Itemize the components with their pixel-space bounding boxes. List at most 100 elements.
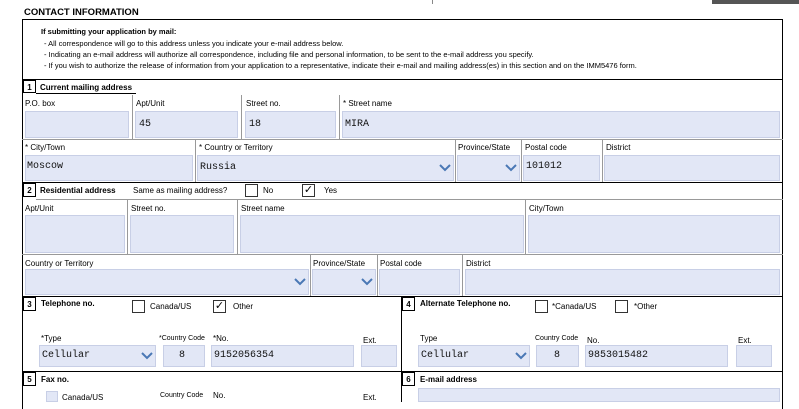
alt-phone-ext-input[interactable] [736,345,772,367]
district-label: District [606,143,631,152]
chevron-down-icon[interactable] [293,270,307,294]
divider [521,139,522,182]
divider [377,254,378,296]
res-street-name-label: Street name [241,204,285,213]
divider [237,199,238,254]
res-apt-label: Apt/Unit [25,204,54,213]
chevron-down-icon[interactable] [504,156,518,180]
province-select[interactable] [457,155,520,181]
alt-phone-cc-label: Country Code [535,335,579,342]
email-input[interactable] [418,388,780,402]
phone-type-label: *Type [41,334,62,343]
fax-canada-us-label: Canada/US [62,393,104,402]
section-5-title: Fax no. [41,375,70,384]
res-street-name-input[interactable] [240,215,524,253]
no-label: No [263,186,274,195]
apt-unit-input[interactable]: 45 [135,111,238,138]
alt-phone-no-input[interactable]: 9853015482 [585,345,728,367]
street-no-input[interactable]: 18 [245,111,336,138]
row-rule [36,199,783,200]
divider [195,139,196,182]
section-2-title: Residential address [40,186,116,195]
po-box-label: P.O. box [25,99,56,108]
phone-ext-input[interactable] [361,345,397,367]
same-address-yes-checkbox[interactable]: ✓ [302,184,315,197]
instruction-bullet: - Indicating an e-mail address will auth… [44,50,534,59]
divider [462,254,463,296]
postal-code-input[interactable]: 101012 [523,155,600,181]
fax-no-label: No. [213,391,226,400]
phone-canada-us-checkbox[interactable] [132,300,145,313]
res-postal-label: Postal code [380,259,422,268]
res-district-input[interactable] [465,269,780,295]
phone-type-select[interactable]: Cellular [39,345,156,367]
phone-other-checkbox[interactable]: ✓ [213,300,226,313]
street-name-label: * Street name [343,99,392,108]
phone-cc-label: *Country Code [159,335,205,342]
phone-ext-label: Ext. [363,336,377,345]
section-3-title: Telephone no. [41,299,95,308]
alt-canada-us-label: *Canada/US [552,302,597,311]
instructions-heading: If submitting your application by mail: [41,27,177,36]
country-label: * Country or Territory [199,143,273,152]
section-5-number: 5 [23,372,36,386]
section-1-title-rule [36,93,136,94]
res-street-no-input[interactable] [130,215,234,253]
city-input[interactable]: Moscow [25,155,193,181]
same-address-no-checkbox[interactable] [245,184,258,197]
divider [132,95,133,139]
section-4-title: Alternate Telephone no. [420,299,511,308]
section-1-title: Current mailing address [40,83,133,92]
res-province-label: Province/State [313,259,366,268]
other-label: Other [233,302,254,311]
alt-phone-cc-input[interactable]: 8 [536,345,579,367]
section-2-rule [22,182,783,183]
column-divider [401,296,402,402]
same-address-question: Same as mailing address? [133,186,228,195]
alt-phone-other-checkbox[interactable] [615,300,628,313]
city-label: * City/Town [25,143,66,152]
section-2-number: 2 [23,183,36,197]
street-no-label: Street no. [246,99,281,108]
province-label: Province/State [458,143,511,152]
divider [127,199,128,254]
res-province-select[interactable] [312,269,376,295]
alt-phone-type-label: Type [420,334,438,343]
chevron-down-icon[interactable] [438,156,452,180]
country-select[interactable]: Russia [197,155,454,181]
top-bar [712,0,799,4]
divider [525,199,526,254]
alt-phone-ext-label: Ext. [738,336,752,345]
phone-no-input[interactable]: 9152056354 [211,345,354,367]
res-country-select[interactable] [25,269,309,295]
po-box-input[interactable] [25,111,129,138]
phone-cc-input[interactable]: 8 [163,345,205,367]
alt-phone-type-select[interactable]: Cellular [418,345,530,367]
alt-phone-no-label: No. [587,336,600,345]
res-city-input[interactable] [528,215,780,253]
section-1-number: 1 [23,80,36,93]
street-name-input[interactable]: MIRA [342,111,780,138]
canada-us-label: Canada/US [150,302,192,311]
yes-label: Yes [324,186,338,195]
apt-unit-label: Apt/Unit [136,99,165,108]
fax-ext-label: Ext. [363,393,377,402]
chevron-down-icon[interactable] [140,346,154,366]
divider [455,139,456,182]
district-input[interactable] [604,155,780,181]
section-6-title: E-mail address [420,375,477,384]
postal-code-label: Postal code [525,143,567,152]
section-1-rule [22,79,783,80]
divider [339,95,340,139]
chevron-down-icon[interactable] [514,346,528,366]
alt-phone-canada-us-checkbox[interactable] [535,300,548,313]
row-rule [22,139,783,140]
res-street-no-label: Street no. [131,204,166,213]
res-postal-input[interactable] [379,269,460,295]
top-tick [432,0,433,4]
divider [241,95,242,139]
chevron-down-icon[interactable] [360,270,374,294]
section-6-number: 6 [402,372,415,386]
res-apt-input[interactable] [25,215,125,253]
fax-canada-us-checkbox[interactable] [46,391,58,402]
